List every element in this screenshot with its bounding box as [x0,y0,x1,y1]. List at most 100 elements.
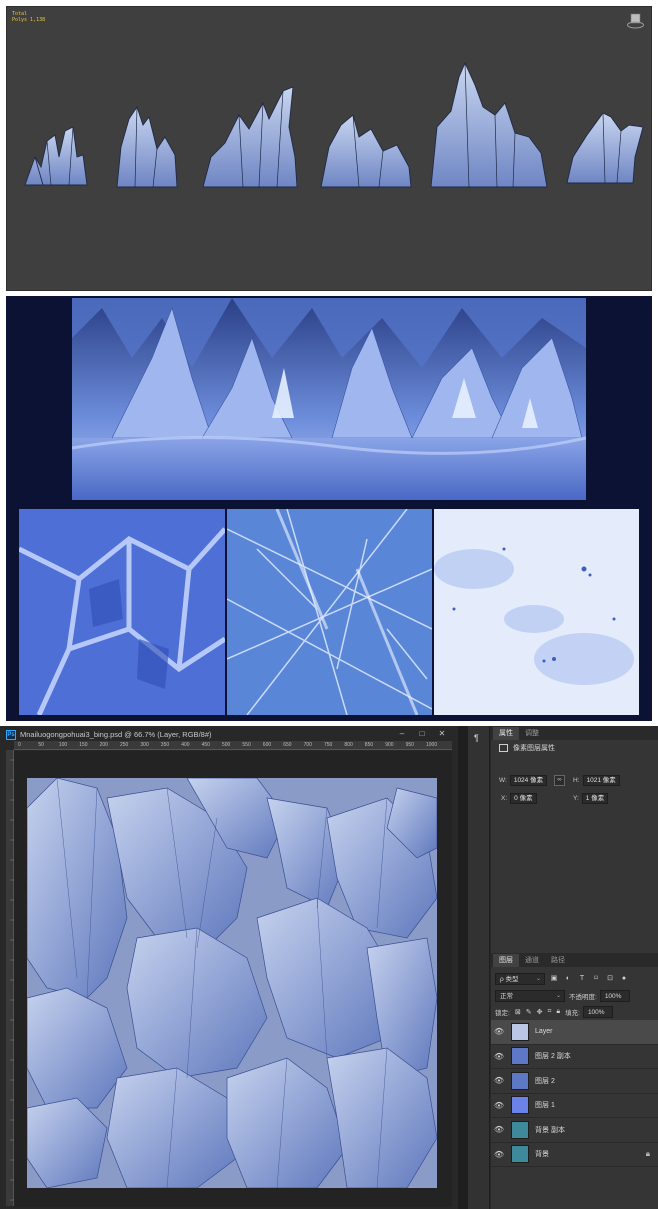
lock-position-move-icon[interactable]: ✥ [537,1008,543,1016]
layer-name[interactable]: 图层 2 副本 [535,1051,571,1061]
layer-name[interactable]: 背景 副本 [535,1125,565,1135]
maximize-button[interactable]: □ [412,728,432,740]
ruler-tick-label: 800 [344,742,353,748]
link-icon[interactable]: ∞ [554,775,565,786]
layer-row[interactable]: 👁︎ 图层 1 [491,1094,658,1118]
y-label: Y: [573,795,579,802]
adjustment-filter-icon[interactable]: ◐ [563,974,573,984]
ruler-tick-label: 100 [58,742,68,748]
document-area: Ps Mnailuogongpohuai3_bing.psd @ 66.7% (… [0,726,458,1209]
blend-mode-value: 正常 [500,993,513,1000]
layer-name[interactable]: 图层 2 [535,1076,555,1086]
visibility-eye-icon[interactable]: 👁︎ [491,1027,507,1036]
texture-canvas[interactable] [27,778,437,1188]
lock-transparent-icon[interactable]: ⊠ [515,1008,521,1016]
visibility-eye-icon[interactable]: 👁︎ [491,1052,507,1061]
layer-name[interactable]: 背景 [535,1149,549,1159]
close-button[interactable]: ✕ [432,728,452,740]
height-label: H: [573,777,580,784]
tab-adjustments[interactable]: 调整 [519,727,545,740]
y-field[interactable]: 1 像素 [581,793,609,804]
lock-artboard-icon[interactable]: ⌗ [547,1008,551,1016]
filter-toggle-icon[interactable]: ● [619,974,629,984]
photoshop-logo-icon: Ps [6,729,16,740]
fill-field[interactable]: 100% [582,1006,613,1018]
photoshop-window: Ps Mnailuogongpohuai3_bing.psd @ 66.7% (… [0,726,658,1209]
ice-texture-atlas [27,778,437,1188]
ruler-tick-label: 400 [181,742,190,748]
document-title: Mnailuogongpohuai3_bing.psd @ 66.7% (Lay… [20,730,212,739]
lock-label: 锁定: [495,1010,510,1017]
ruler-tick-label: 850 [364,742,374,748]
tab-channels[interactable]: 通道 [519,954,545,967]
visibility-eye-icon[interactable]: 👁︎ [491,1076,507,1085]
width-label: W: [499,777,507,784]
type-filter-icon[interactable]: T [577,974,587,984]
properties-header: 像素图层属性 [491,740,658,756]
ruler-tick-label: 250 [120,742,129,748]
vertical-ruler[interactable] [6,750,14,1206]
layers-panel: 图层 通道 路径 ρ 类型 ⌄ ▣ ◐ T ⌑ ⊡ ● 正常 ⌄ 不透明度: 1… [491,953,658,1209]
collapsed-panel-strip[interactable]: ¶ [468,726,490,1209]
shape-filter-icon[interactable]: ⌑ [591,974,601,984]
layer-name[interactable]: Layer [535,1028,553,1035]
layer-row[interactable]: 👁︎ 图层 2 副本 [491,1045,658,1069]
tab-layers[interactable]: 图层 [493,954,519,967]
visibility-eye-icon[interactable]: 👁︎ [491,1125,507,1134]
ruler-tick-label: 150 [79,742,88,748]
properties-tabs: 属性 调整 [491,726,658,740]
fill-value: 100% [587,1009,605,1016]
ruler-tick-label: 50 [38,742,44,748]
minimize-button[interactable]: – [392,728,412,740]
width-field[interactable]: 1024 像素 [509,775,548,786]
layer-filter-row: ρ 类型 ⌄ ▣ ◐ T ⌑ ⊡ ● [495,973,629,985]
ice-crystal-models [24,61,644,188]
layer-name[interactable]: 图层 1 [535,1100,555,1110]
layer-lock-icon[interactable]: 🔒︎ [646,1149,650,1159]
layer-thumbnail[interactable] [511,1071,529,1090]
horizontal-ruler[interactable]: 0 50 100 150 200 250 300 350 400 450 500 550 600 650 7… [14,741,452,750]
ice-cave-concept-art [72,298,586,500]
ice-texture-2 [227,509,432,715]
document-tab[interactable]: Ps Mnailuogongpohuai3_bing.psd @ 66.7% (… [6,728,452,741]
ruler-tick-label: 1000 [426,742,438,748]
x-field[interactable]: 0 像素 [510,793,537,804]
filter-kind-select[interactable]: ρ 类型 ⌄ [495,973,545,985]
smart-object-filter-icon[interactable]: ⊡ [605,974,615,984]
lock-all-icon[interactable]: 🔒︎ [556,1008,560,1016]
x-label: X: [501,795,508,802]
layer-thumbnail[interactable] [511,1145,529,1164]
window-buttons: – □ ✕ [392,728,452,740]
layer-row[interactable]: 👁︎ 背景 副本 [491,1118,658,1143]
fill-label: 填充: [565,1010,580,1017]
layer-thumbnail[interactable] [511,1022,529,1041]
paragraph-icon[interactable]: ¶ [474,733,479,743]
lock-fill-row: 锁定: ⊠ ✎ ✥ ⌗ 🔒︎ 填充: 100% [495,1006,613,1018]
x-row: X: 0 像素 [501,793,537,804]
layer-row[interactable]: 👁︎ 图层 2 [491,1069,658,1094]
layer-thumbnail[interactable] [511,1047,529,1066]
height-field[interactable]: 1021 像素 [582,775,620,786]
pixel-filter-icon[interactable]: ▣ [549,974,559,984]
panel-divider [458,726,468,1209]
layers-tabs: 图层 通道 路径 [491,953,658,967]
y-row: Y: 1 像素 [573,793,609,804]
visibility-eye-icon[interactable]: 👁︎ [491,1101,507,1110]
lock-pixels-brush-icon[interactable]: ✎ [526,1008,532,1016]
tab-paths[interactable]: 路径 [545,954,571,967]
layer-thumbnail[interactable] [511,1120,529,1139]
right-panels: 属性 调整 像素图层属性 W: 1024 像素 ∞ H: 1021 像素 X: … [491,726,658,1209]
viewport-3d[interactable]: Total Polys 1,138 [6,6,652,291]
layer-row[interactable]: 👁︎ Layer [491,1020,658,1045]
ruler-tick-label: 700 [303,742,312,748]
layer-row[interactable]: 👁︎ 背景 🔒︎ [491,1143,658,1167]
visibility-eye-icon[interactable]: 👁︎ [491,1150,507,1159]
chevron-down-icon: ⌄ [555,993,561,999]
tab-properties[interactable]: 属性 [493,727,519,740]
ruler-tick-label: 550 [242,742,251,748]
ice-texture-1 [19,509,225,715]
opacity-field[interactable]: 100% [599,990,630,1002]
blend-mode-select[interactable]: 正常 ⌄ [495,990,565,1002]
layer-thumbnail[interactable] [511,1096,529,1115]
ruler-tick-label: 200 [99,742,108,748]
